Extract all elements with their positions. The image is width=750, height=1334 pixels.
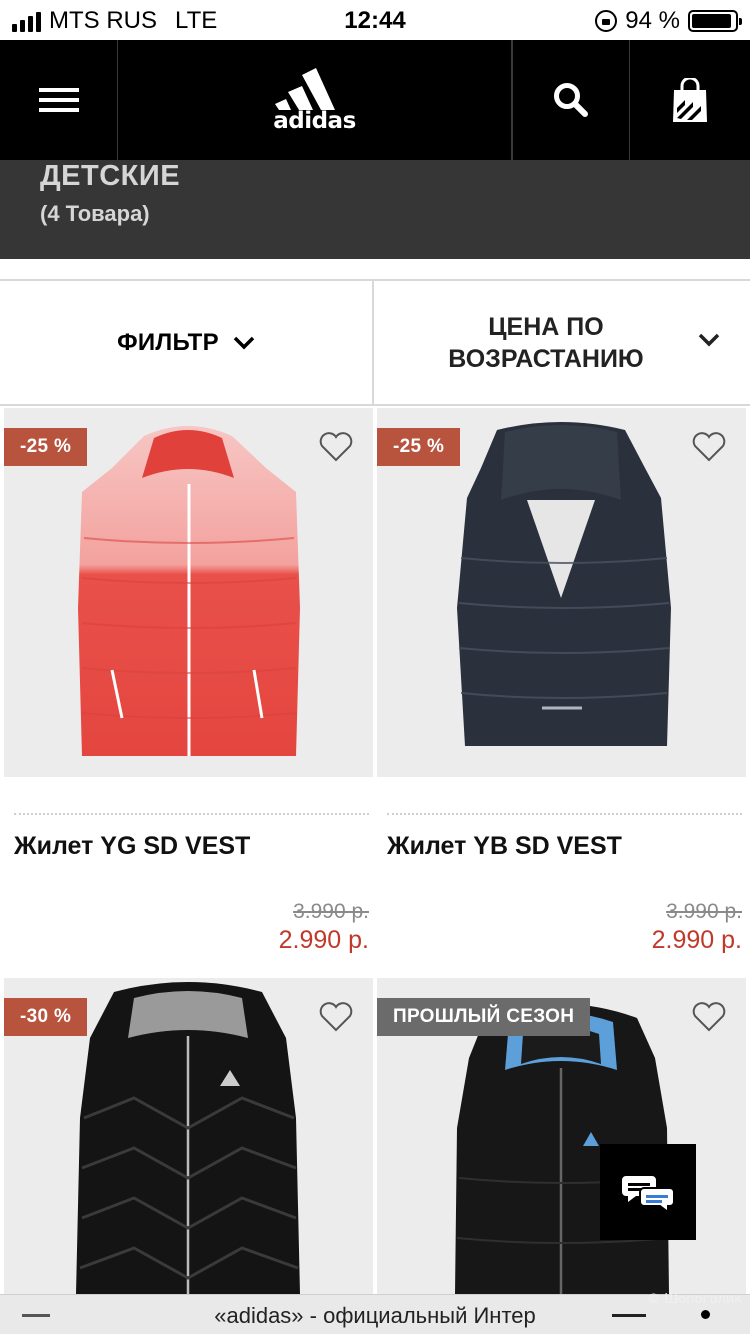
product-image[interactable]: -30 % [4,978,373,1294]
product-image[interactable]: ПРОШЛЫЙ СЕЗОН [377,978,746,1294]
season-badge: ПРОШЛЫЙ СЕЗОН [377,998,591,1036]
sale-price: 2.990 р. [278,926,369,954]
discount-badge: -30 % [4,998,88,1036]
sort-label: ЦЕНА ПО ВОЗРАСТАНИЮ [416,311,676,375]
product-card[interactable]: -30 % [4,978,373,1294]
heart-icon[interactable] [692,1002,726,1032]
adidas-stripes-icon [275,68,336,110]
search-icon [554,83,588,117]
chat-bubbles-icon [622,1176,674,1212]
cart-button[interactable] [630,40,750,160]
sort-dropdown[interactable]: ЦЕНА ПО ВОЗРАСТАНИЮ [374,281,750,404]
shopping-bag-icon [673,78,707,122]
discount-badge: -25 % [4,428,88,466]
product-card[interactable]: -25 % Жилет YB SD VEST 3.990 р. 2.990 р. [377,408,746,968]
filter-label: ФИЛЬТР [117,328,219,356]
divider [14,813,369,815]
product-card[interactable]: ПРОШЛЫЙ СЕЗОН [377,978,746,1294]
heart-icon[interactable] [319,432,353,462]
divider [387,813,742,815]
category-banner: ДЕТСКИЕ (4 Товара) [0,160,750,259]
battery-icon [688,10,742,32]
tab-indicator-icon [612,1314,646,1317]
product-name[interactable]: Жилет YB SD VEST [387,832,622,861]
brand-name: adidas [273,108,356,134]
chevron-down-icon [233,336,255,349]
page-title: ДЕТСКИЕ [40,160,181,192]
status-bar: MTS RUS LTE 12:44 94 % [0,0,750,40]
search-button[interactable] [512,40,630,160]
sort-label-line2: ВОЗРАСТАНИЮ [448,345,644,373]
heart-icon[interactable] [692,432,726,462]
sale-price: 2.990 р. [651,926,742,954]
page-dot-icon [701,1310,710,1319]
old-price: 3.990 р. [293,900,369,923]
battery-percent: 94 % [625,7,680,34]
logo-link[interactable]: adidas [118,40,512,160]
menu-icon [38,88,79,112]
product-image[interactable]: -25 % [4,408,373,777]
adidas-logo: adidas [273,66,356,134]
sort-label-line1: ЦЕНА ПО [488,313,604,341]
filter-button[interactable]: ФИЛЬТР [0,281,374,404]
menu-button[interactable] [0,40,118,160]
filter-sort-bar: ФИЛЬТР ЦЕНА ПО ВОЗРАСТАНИЮ [0,279,750,406]
browser-bottom-bar: «adidas» - официальный Интер [0,1294,750,1334]
site-header: adidas [0,40,750,160]
product-image[interactable]: -25 % [377,408,746,777]
product-card[interactable]: -25 % Жилет YG SD VEST 3.990 р. 2.990 р. [4,408,373,968]
chat-button[interactable] [600,1144,696,1240]
heart-icon[interactable] [319,1002,353,1032]
discount-badge: -25 % [377,428,461,466]
product-name[interactable]: Жилет YG SD VEST [14,832,250,861]
status-right: 94 % [595,7,742,35]
product-count: (4 Товара) [40,201,150,226]
chevron-down-icon [698,333,720,347]
orientation-lock-icon [595,10,618,32]
old-price: 3.990 р. [666,900,742,923]
watermark: © Шопоголик [647,1292,742,1307]
